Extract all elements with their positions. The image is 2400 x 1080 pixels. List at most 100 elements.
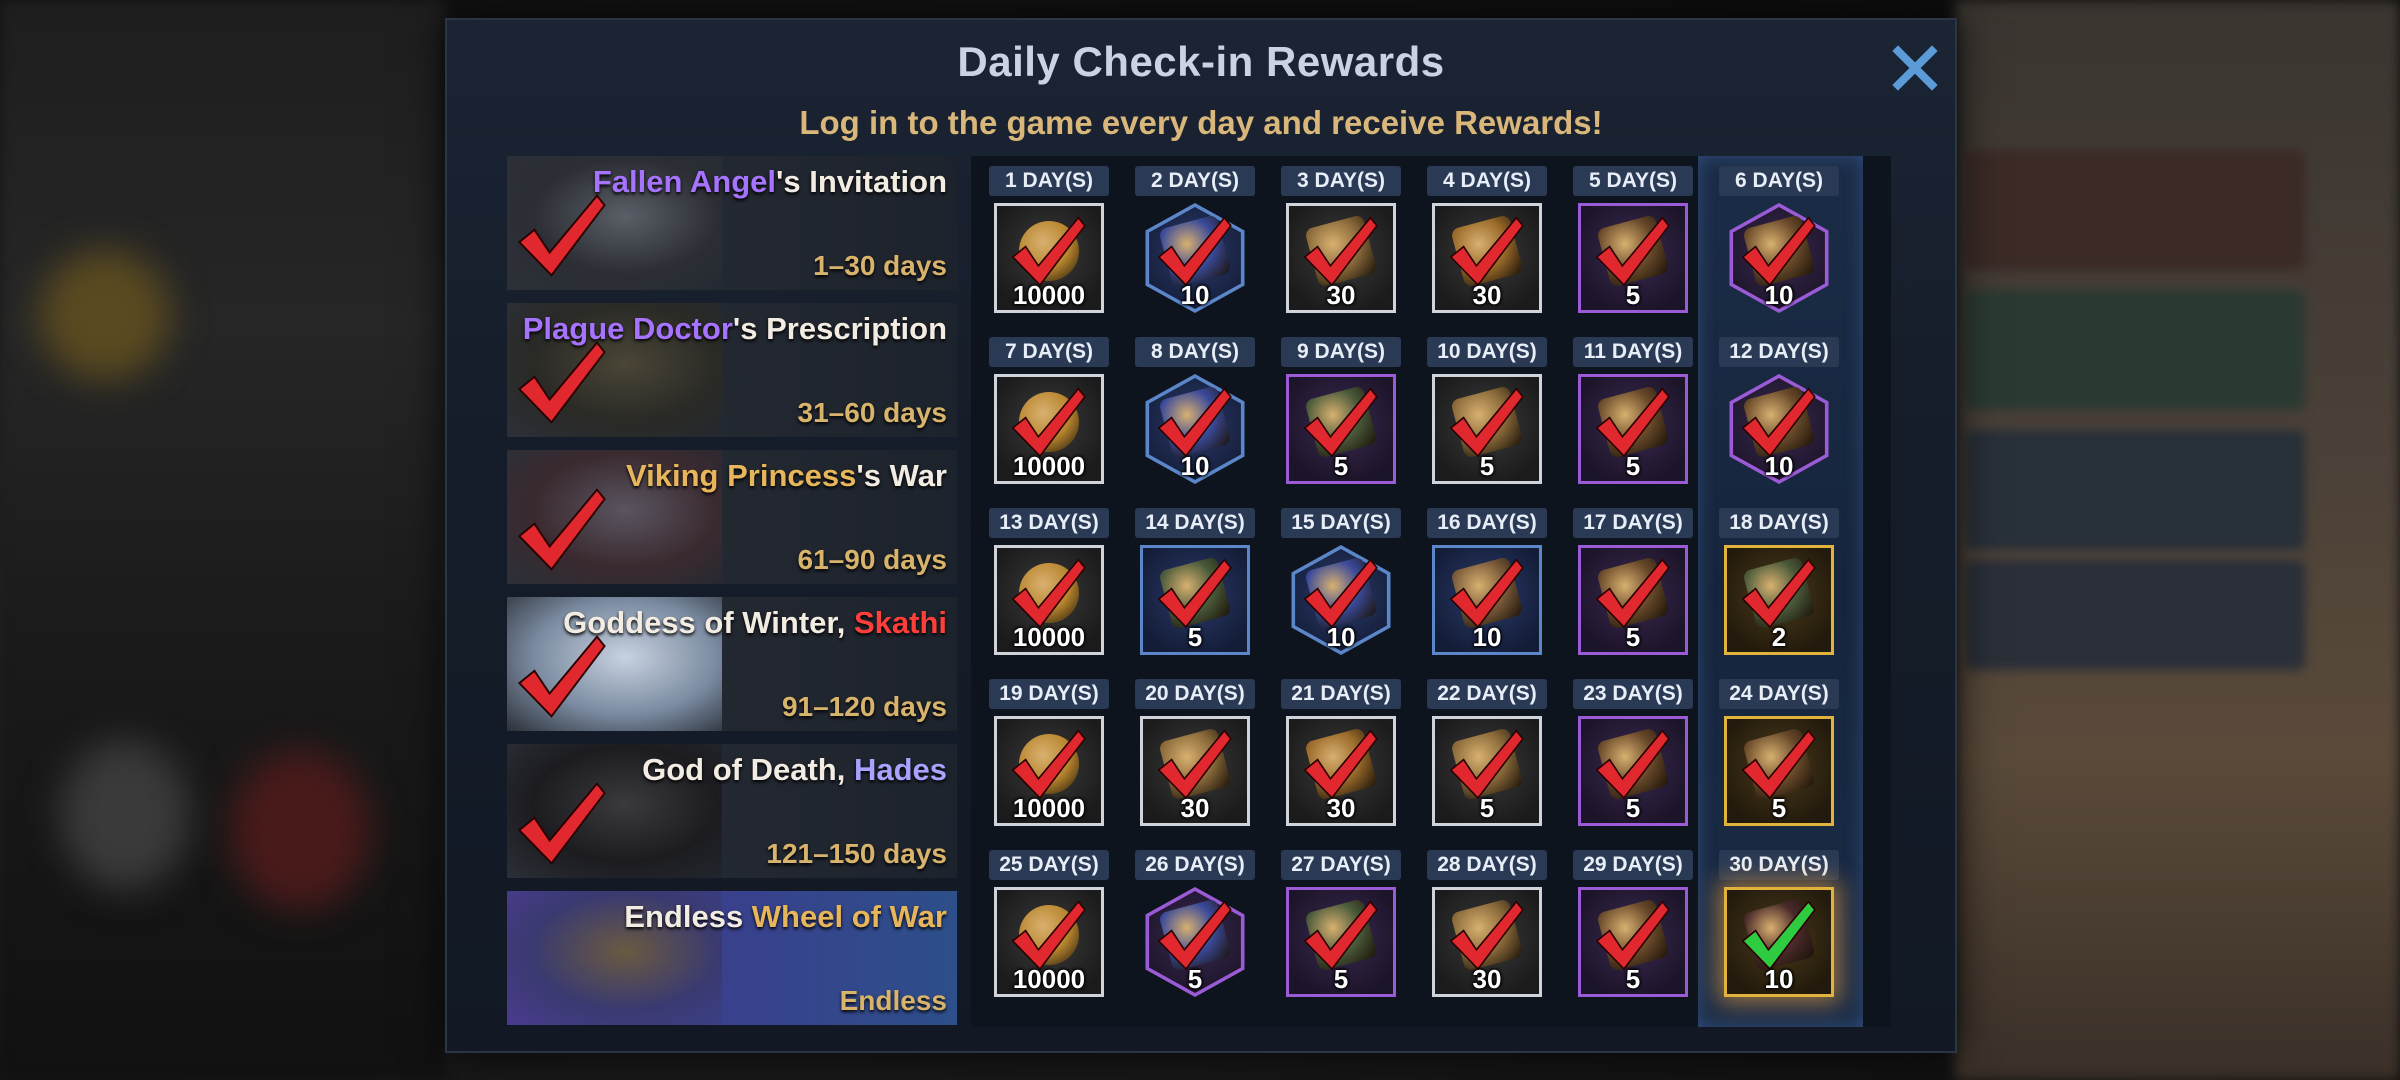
day-reward[interactable]: 29 DAY(S) 5 (1573, 850, 1693, 1010)
reward-item[interactable]: 5 (1432, 716, 1542, 826)
day-reward[interactable]: 21 DAY(S) 30 (1281, 679, 1401, 839)
checkmark-icon (517, 635, 606, 718)
day-reward[interactable]: 5 DAY(S) 5 (1573, 166, 1693, 326)
day-label: 23 DAY(S) (1573, 679, 1693, 709)
stage-banner[interactable]: Plague Doctor's Prescription 31–60 days (507, 303, 957, 437)
reward-item[interactable]: 30 (1432, 887, 1542, 997)
stage-banner[interactable]: Endless Wheel of War Endless (507, 891, 957, 1025)
checkmark-icon (517, 782, 606, 865)
day-reward[interactable]: 27 DAY(S) 5 (1281, 850, 1401, 1010)
day-reward[interactable]: 7 DAY(S) 10000 (989, 337, 1109, 497)
reward-item[interactable]: 10 (1724, 203, 1834, 313)
reward-item[interactable]: 2 (1724, 545, 1834, 655)
stage-title-part: Wheel of War (751, 899, 947, 934)
reward-item[interactable]: 30 (1286, 716, 1396, 826)
stage-banner[interactable]: Viking Princess's War 61–90 days (507, 450, 957, 584)
reward-item[interactable]: 10000 (994, 887, 1104, 997)
reward-item[interactable]: 5 (1578, 374, 1688, 484)
close-button[interactable] (1883, 36, 1947, 100)
reward-quantity: 5 (1187, 964, 1203, 994)
checkmark-icon (1741, 729, 1816, 800)
stage-banner[interactable]: God of Death, Hades 121–150 days (507, 744, 957, 878)
day-reward[interactable]: 13 DAY(S) 10000 (989, 508, 1109, 668)
day-reward[interactable]: 18 DAY(S) 2 (1719, 508, 1839, 668)
day-reward[interactable]: 1 DAY(S) 10000 (989, 166, 1109, 326)
reward-item[interactable]: 5 (1578, 545, 1688, 655)
reward-item[interactable]: 5 (1432, 374, 1542, 484)
stage-banner[interactable]: Fallen Angel's Invitation 1–30 days (507, 156, 957, 290)
checkmark-icon (1449, 216, 1524, 287)
day-reward[interactable]: 15 DAY(S) 10 (1281, 508, 1401, 668)
reward-item[interactable]: 5 (1578, 716, 1688, 826)
reward-item[interactable]: 10 (1724, 887, 1834, 997)
day-reward[interactable]: 11 DAY(S) 5 (1573, 337, 1693, 497)
reward-item[interactable]: 5 (1140, 545, 1250, 655)
reward-item[interactable]: 10000 (994, 374, 1104, 484)
check-in-dialog: Daily Check-in Rewards Log in to the gam… (445, 18, 1957, 1053)
checkmark-icon (1303, 387, 1378, 458)
stage-range: 61–90 days (797, 544, 947, 575)
day-reward[interactable]: 4 DAY(S) 30 (1427, 166, 1547, 326)
day-reward[interactable]: 12 DAY(S) 10 (1719, 337, 1839, 497)
background-card (1965, 290, 2305, 410)
day-label: 19 DAY(S) (989, 679, 1109, 709)
reward-quantity: 10 (1764, 964, 1794, 994)
checkmark-icon (517, 341, 606, 424)
stage-title-part: 's Invitation (776, 164, 947, 199)
checkmark-icon (1303, 558, 1378, 629)
day-label: 26 DAY(S) (1135, 850, 1255, 880)
reward-item[interactable]: 5 (1286, 374, 1396, 484)
background-card (1965, 430, 2305, 550)
checkmark-icon (1303, 729, 1378, 800)
day-reward[interactable]: 30 DAY(S) 10 (1719, 850, 1839, 1010)
day-label: 6 DAY(S) (1719, 166, 1839, 196)
reward-item[interactable]: 10 (1140, 374, 1250, 484)
day-reward[interactable]: 6 DAY(S) 10 (1719, 166, 1839, 326)
reward-quantity: 5 (1333, 964, 1349, 994)
reward-item[interactable]: 5 (1140, 887, 1250, 997)
reward-item[interactable]: 10000 (994, 203, 1104, 313)
day-reward[interactable]: 9 DAY(S) 5 (1281, 337, 1401, 497)
reward-item[interactable]: 30 (1140, 716, 1250, 826)
day-reward[interactable]: 24 DAY(S) 5 (1719, 679, 1839, 839)
day-reward[interactable]: 22 DAY(S) 5 (1427, 679, 1547, 839)
day-reward[interactable]: 20 DAY(S) 30 (1135, 679, 1255, 839)
reward-item[interactable]: 10 (1286, 545, 1396, 655)
reward-item[interactable]: 30 (1432, 203, 1542, 313)
reward-item[interactable]: 10 (1140, 203, 1250, 313)
day-reward[interactable]: 14 DAY(S) 5 (1135, 508, 1255, 668)
reward-item[interactable]: 10 (1432, 545, 1542, 655)
background-blob (230, 750, 370, 910)
stage-banner[interactable]: Goddess of Winter, Skathi 91–120 days (507, 597, 957, 731)
checkmark-icon (1595, 387, 1670, 458)
day-label: 8 DAY(S) (1135, 337, 1255, 367)
reward-item[interactable]: 10 (1724, 374, 1834, 484)
reward-item[interactable]: 10000 (994, 716, 1104, 826)
day-reward[interactable]: 19 DAY(S) 10000 (989, 679, 1109, 839)
reward-item[interactable]: 10000 (994, 545, 1104, 655)
day-reward[interactable]: 25 DAY(S) 10000 (989, 850, 1109, 1010)
reward-item[interactable]: 5 (1286, 887, 1396, 997)
reward-grid: 1 DAY(S) 10000 2 DAY(S) 10 3 DAY(S) 30 4 DAY(S… (971, 156, 1891, 1027)
reward-quantity: 5 (1625, 280, 1641, 310)
reward-item[interactable]: 5 (1578, 203, 1688, 313)
reward-quantity: 5 (1187, 622, 1203, 652)
day-reward[interactable]: 23 DAY(S) 5 (1573, 679, 1693, 839)
day-reward[interactable]: 10 DAY(S) 5 (1427, 337, 1547, 497)
day-reward[interactable]: 17 DAY(S) 5 (1573, 508, 1693, 668)
reward-item[interactable]: 5 (1724, 716, 1834, 826)
day-reward[interactable]: 2 DAY(S) 10 (1135, 166, 1255, 326)
reward-quantity: 5 (1333, 451, 1349, 481)
reward-item[interactable]: 30 (1286, 203, 1396, 313)
day-reward[interactable]: 8 DAY(S) 10 (1135, 337, 1255, 497)
reward-quantity: 30 (1326, 793, 1356, 823)
reward-quantity: 30 (1180, 793, 1210, 823)
day-reward[interactable]: 28 DAY(S) 30 (1427, 850, 1547, 1010)
checkmark-icon (1449, 558, 1524, 629)
stage-range: 1–30 days (813, 250, 947, 281)
reward-item[interactable]: 5 (1578, 887, 1688, 997)
day-reward[interactable]: 3 DAY(S) 30 (1281, 166, 1401, 326)
day-reward[interactable]: 16 DAY(S) 10 (1427, 508, 1547, 668)
stage-title: Goddess of Winter, Skathi (563, 605, 947, 641)
day-reward[interactable]: 26 DAY(S) 5 (1135, 850, 1255, 1010)
